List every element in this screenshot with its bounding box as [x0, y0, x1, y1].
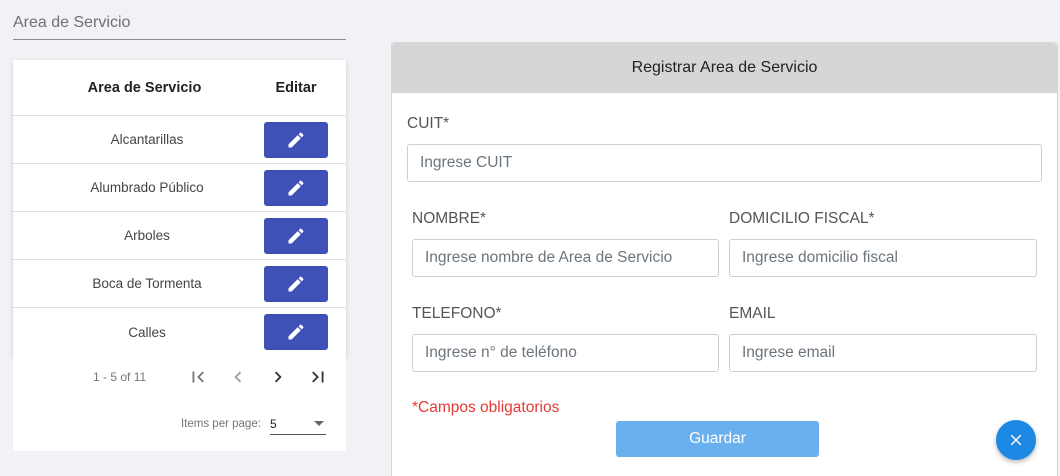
table-row: Alcantarillas [13, 116, 346, 164]
table-header: Area de Servicio Editar [13, 60, 346, 116]
close-button[interactable] [996, 420, 1036, 460]
last-page-button[interactable] [304, 365, 332, 389]
nombre-input[interactable] [412, 239, 719, 277]
filter-field [13, 8, 346, 40]
edit-button[interactable] [264, 169, 328, 206]
paginator: 1 - 5 of 11 Items per page: 5 [13, 357, 346, 451]
email-input[interactable] [729, 334, 1037, 372]
next-page-button[interactable] [264, 365, 292, 389]
chevron-down-icon [314, 421, 324, 426]
filter-input[interactable] [13, 8, 346, 38]
pencil-icon [288, 179, 304, 195]
cuit-label: CUIT* [407, 115, 450, 132]
row-name: Boca de Tormenta [92, 276, 202, 291]
edit-button[interactable] [264, 217, 328, 254]
email-label: EMAIL [729, 305, 776, 322]
table-row: Calles [13, 308, 346, 356]
table-row: Alumbrado Público [13, 164, 346, 212]
domicilio-label: DOMICILIO FISCAL* [729, 210, 875, 227]
page-range-label: 1 - 5 of 11 [93, 370, 147, 384]
items-per-page-label: Items per page: [181, 418, 261, 430]
pencil-icon [288, 324, 304, 340]
telefono-label: TELEFONO* [412, 305, 502, 322]
table-row: Boca de Tormenta [13, 260, 346, 308]
chevron-left-icon [234, 371, 242, 383]
previous-page-button[interactable] [224, 365, 252, 389]
edit-button[interactable] [264, 121, 328, 158]
form-title: Registrar Area de Servicio [392, 43, 1057, 93]
pencil-icon [288, 131, 304, 147]
close-icon [1010, 434, 1022, 446]
chevron-right-icon [274, 371, 282, 383]
required-fields-note: *Campos obligatorios [412, 399, 560, 416]
column-header-edit: Editar [275, 79, 317, 96]
row-name: Arboles [124, 228, 170, 243]
items-per-page-value: 5 [270, 416, 277, 431]
register-form: Registrar Area de Servicio CUIT* NOMBRE*… [391, 42, 1058, 476]
row-name: Alcantarillas [110, 132, 184, 147]
row-name: Calles [128, 324, 166, 340]
pencil-icon [288, 275, 304, 291]
column-header-name[interactable]: Area de Servicio [13, 80, 246, 96]
telefono-input[interactable] [412, 334, 719, 372]
pencil-icon [288, 227, 304, 243]
nombre-label: NOMBRE* [412, 210, 487, 227]
cuit-input[interactable] [407, 144, 1042, 182]
edit-button[interactable] [264, 314, 328, 350]
row-name: Alumbrado Público [90, 180, 204, 195]
service-area-table: Area de Servicio Editar Alcantarillas Al… [13, 60, 346, 357]
edit-button[interactable] [264, 265, 328, 302]
domicilio-input[interactable] [729, 239, 1037, 277]
last-page-icon [312, 371, 324, 383]
items-per-page-select[interactable]: 5 [270, 413, 326, 435]
first-page-button[interactable] [184, 365, 212, 389]
save-button[interactable]: Guardar [616, 421, 819, 457]
table-row: Arboles [13, 212, 346, 260]
first-page-icon [192, 371, 204, 383]
